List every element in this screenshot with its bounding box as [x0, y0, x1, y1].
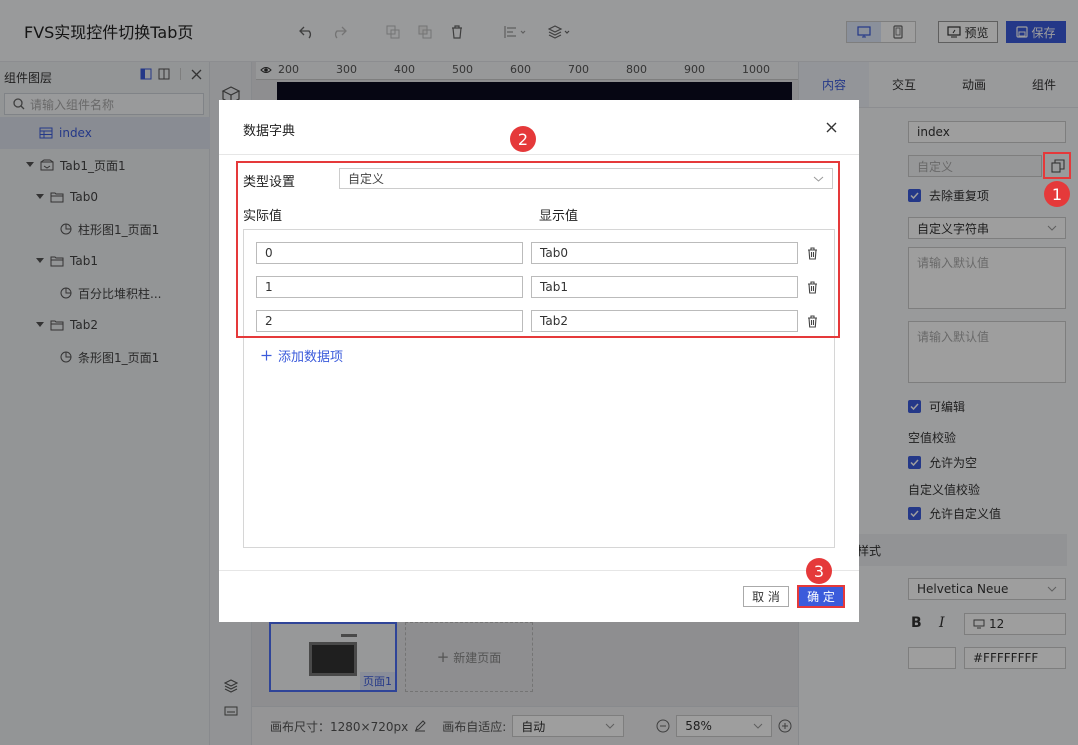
close-icon: [826, 122, 836, 132]
dialog-footer-divider: [219, 570, 859, 571]
add-item-label: 添加数据项: [278, 350, 344, 365]
callout-box-2: [236, 161, 840, 338]
callout-badge-3: 3: [806, 558, 832, 584]
data-dictionary-dialog: 数据字典 2 类型设置 自定义 实际值 显示值 0 Tab0 1 Tab1 2 …: [219, 100, 859, 622]
dialog-close-button[interactable]: [821, 117, 841, 137]
dialog-title: 数据字典: [243, 124, 296, 139]
callout-badge-1: 1: [1044, 181, 1070, 207]
callout-badge-2: 2: [510, 126, 536, 152]
dialog-header-divider: [219, 154, 859, 155]
confirm-button[interactable]: 确 定: [797, 585, 845, 608]
callout-box-1: [1043, 152, 1071, 179]
plus-icon: [261, 350, 272, 361]
cancel-button[interactable]: 取 消: [743, 586, 789, 607]
add-item-button[interactable]: 添加数据项: [261, 346, 343, 365]
